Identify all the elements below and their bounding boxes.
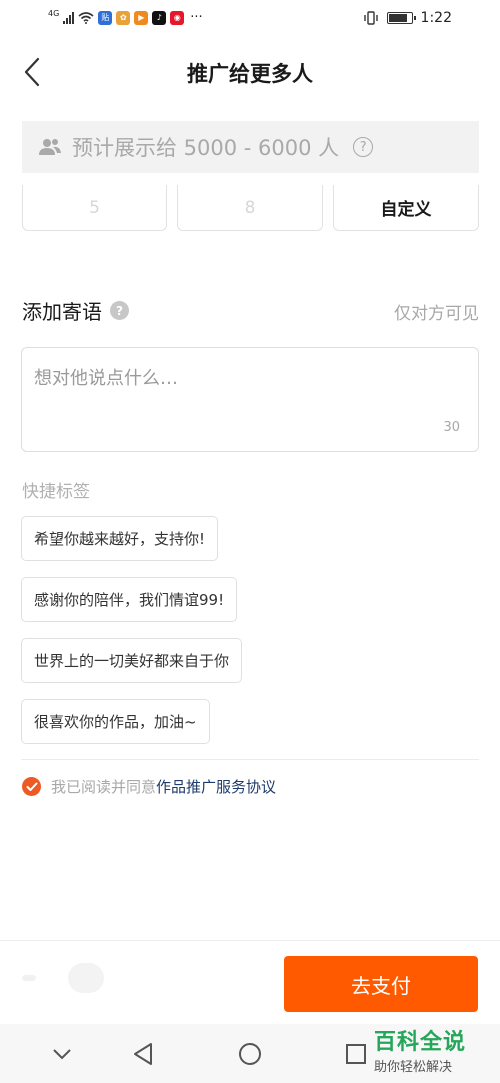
message-placeholder: 想对他说点什么… — [34, 368, 178, 389]
help-icon[interactable]: ? — [353, 137, 374, 157]
divider — [21, 759, 479, 760]
square-recents-icon — [346, 1044, 366, 1064]
quick-tag-label: 希望你越来越好，支持你! — [34, 530, 206, 548]
quick-tag[interactable]: 世界上的一切美好都来自于你 — [21, 638, 243, 683]
message-title: 添加寄语 — [22, 300, 102, 324]
blurred-price-placeholder — [22, 975, 36, 981]
page-title: 推广给更多人 — [187, 62, 313, 86]
triangle-back-icon — [134, 1043, 152, 1065]
status-right: 1:22 — [363, 10, 452, 26]
agreement-text: 我已阅读并同意 — [51, 778, 157, 796]
quick-tag-label: 很喜欢你的作品，加油~ — [34, 713, 197, 731]
question-icon[interactable]: ? — [110, 301, 129, 320]
blurred-price-placeholder — [68, 963, 104, 993]
option-card-custom[interactable]: 自定义 — [333, 185, 479, 231]
estimate-text: 预计展示给 5000 - 6000 人 — [72, 136, 340, 160]
weibo-icon: ◉ — [170, 10, 185, 25]
bottom-bar: 去支付 — [0, 940, 500, 1024]
agreement-link[interactable]: 作品推广服务协议 — [156, 778, 276, 796]
message-section-title: 添加寄语 ? — [22, 296, 129, 325]
audience-estimate: 预计展示给 5000 - 6000 人 ? — [22, 121, 479, 173]
vibrate-icon — [363, 11, 378, 25]
quick-tag[interactable]: 希望你越来越好，支持你! — [21, 516, 219, 561]
tiktok-icon: ♪ — [152, 10, 167, 25]
quick-tag-label: 感谢你的陪伴，我们情谊99! — [34, 591, 225, 609]
agreement-row: 我已阅读并同意作品推广服务协议 — [22, 776, 276, 797]
quick-tag[interactable]: 很喜欢你的作品，加油~ — [21, 699, 210, 744]
clock: 1:22 — [420, 10, 452, 26]
option-card-1[interactable]: 5 — [22, 185, 167, 231]
status-left: 4G 贴 ✿ ▶ ♪ ◉ ··· — [48, 8, 203, 25]
more-notifications: ··· — [190, 10, 203, 25]
video-play-icon: ▶ — [134, 10, 149, 25]
agreement-checkbox[interactable] — [22, 777, 41, 796]
wifi-icon — [78, 11, 94, 24]
users-icon — [39, 139, 61, 155]
status-bar: 4G 贴 ✿ ▶ ♪ ◉ ··· 1:22 — [0, 0, 500, 38]
chevron-down-icon — [53, 1049, 71, 1060]
check-icon — [26, 782, 37, 791]
tieba-icon: 贴 — [98, 10, 113, 25]
signal-icon — [63, 11, 75, 24]
header: 推广给更多人 — [0, 46, 500, 100]
option-label: 8 — [244, 197, 256, 218]
nav-collapse-button[interactable] — [47, 1039, 77, 1069]
baidu-paw-icon: ✿ — [116, 10, 131, 25]
quick-tag-label: 世界上的一切美好都来自于你 — [34, 652, 230, 670]
nav-recents-button[interactable] — [341, 1039, 371, 1069]
option-label: 5 — [89, 197, 100, 218]
option-card-2[interactable]: 8 — [177, 185, 323, 231]
option-label: 自定义 — [380, 200, 432, 220]
network-type: 4G — [48, 8, 60, 18]
watermark-subtitle: 助你轻松解决 — [374, 1060, 453, 1075]
message-input[interactable]: 想对他说点什么… 30 — [21, 347, 479, 452]
quick-tag[interactable]: 感谢你的陪伴，我们情谊99! — [21, 577, 238, 622]
battery-icon — [386, 12, 416, 24]
nav-home-button[interactable] — [235, 1039, 265, 1069]
nav-back-button[interactable] — [128, 1039, 158, 1069]
quick-tags-title: 快捷标签 — [22, 482, 90, 502]
visibility-note: 仅对方可见 — [394, 304, 479, 324]
watermark-title: 百科全说 — [374, 1030, 467, 1055]
watermark: 百科全说 助你轻松解决 — [374, 1024, 486, 1075]
circle-home-icon — [239, 1043, 261, 1065]
pay-button[interactable]: 去支付 — [284, 956, 478, 1012]
char-limit: 30 — [443, 420, 460, 435]
